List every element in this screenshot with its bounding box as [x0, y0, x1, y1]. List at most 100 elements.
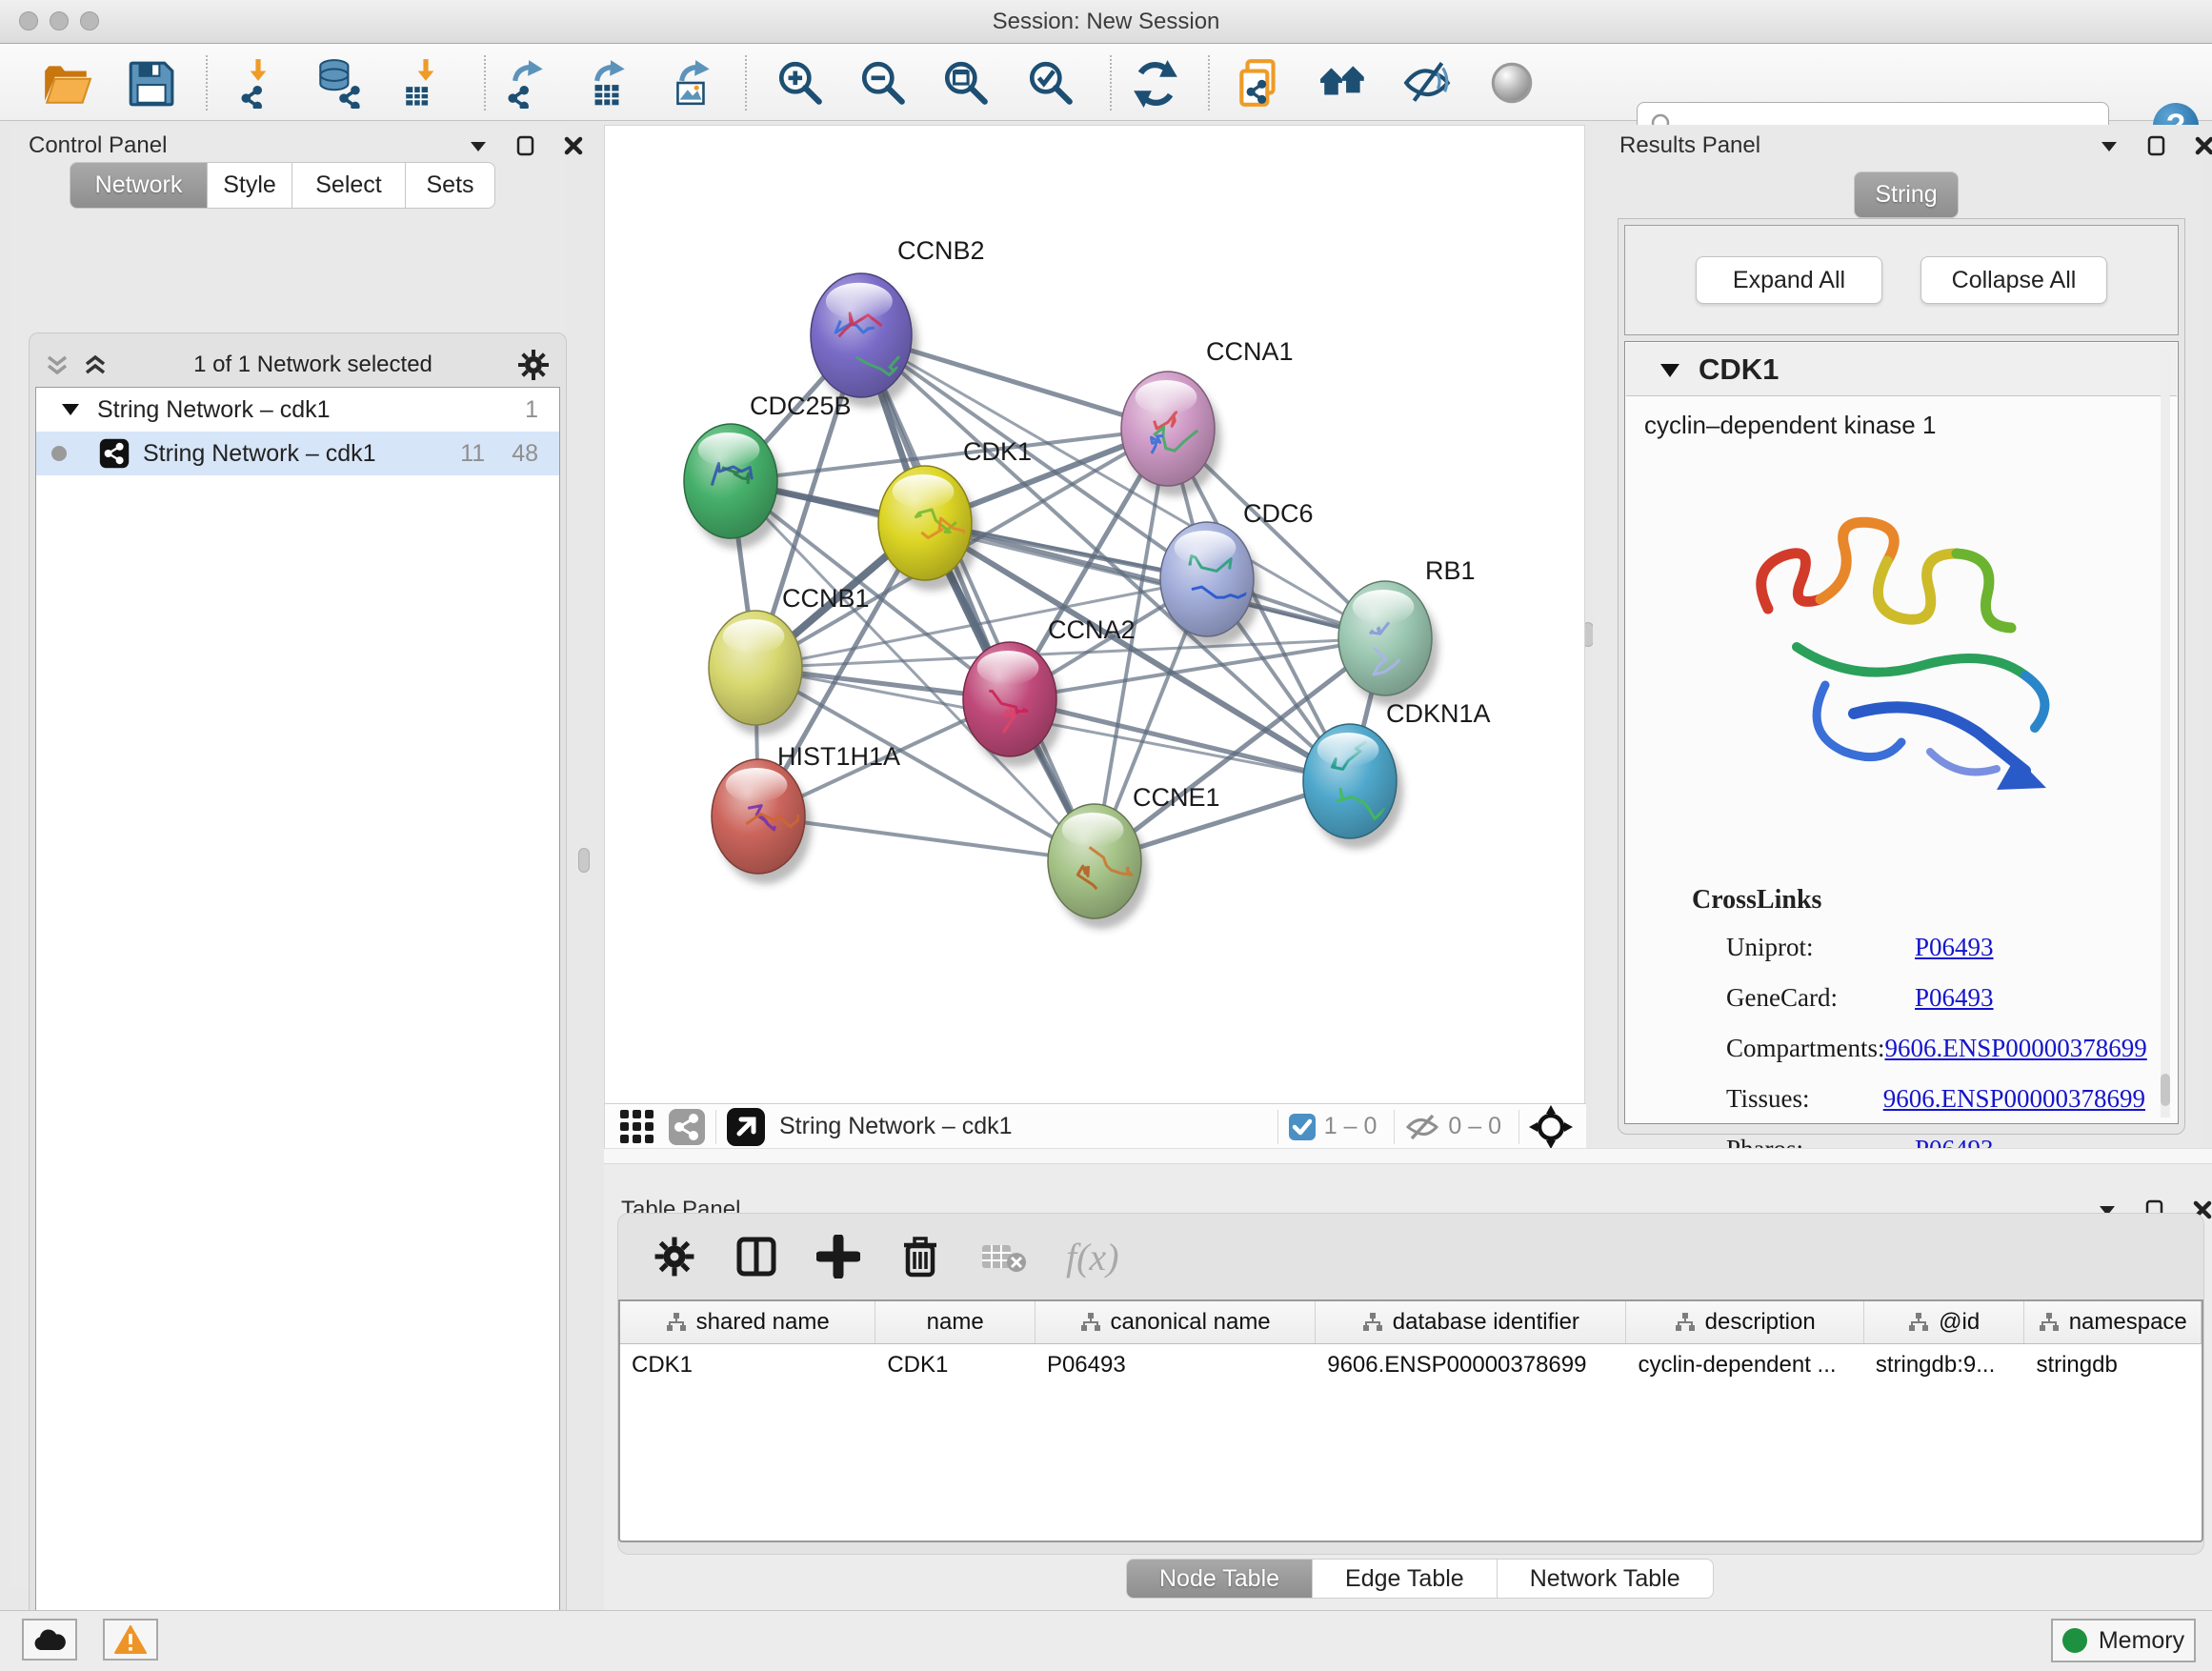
- column-header-canonical-name[interactable]: canonical name: [1036, 1301, 1316, 1343]
- node-CCNA1[interactable]: CCNA1: [1121, 337, 1294, 496]
- edge-CCNB2-CCNE1[interactable]: [861, 335, 1095, 861]
- save-session-icon[interactable]: [125, 57, 176, 109]
- string-app-icon-gray[interactable]: [668, 1108, 706, 1146]
- node-CCNE1[interactable]: CCNE1: [1048, 783, 1220, 929]
- tab-node-table[interactable]: Node Table: [1126, 1559, 1313, 1599]
- tree-row-network[interactable]: String Network – cdk1 11 48: [36, 432, 559, 475]
- refresh-view-icon[interactable]: [1130, 57, 1181, 109]
- function-builder-icon[interactable]: f(x): [1066, 1235, 1119, 1279]
- tab-sets[interactable]: Sets: [406, 162, 495, 209]
- node-CDKN1A[interactable]: CDKN1A: [1303, 699, 1491, 849]
- control-panel: Control Panel NetworkStyleSelectSets 1 o…: [10, 125, 565, 1587]
- memory-button[interactable]: Memory: [2051, 1619, 2196, 1662]
- node-RB1[interactable]: RB1: [1338, 556, 1476, 706]
- tree-row-collection[interactable]: String Network – cdk1 1: [36, 388, 559, 432]
- results-scrollbar[interactable]: [2161, 350, 2170, 1117]
- export-table-icon[interactable]: [581, 57, 633, 109]
- column-header--id[interactable]: @id: [1864, 1301, 2025, 1343]
- tab-select[interactable]: Select: [292, 162, 406, 209]
- show-columns-icon[interactable]: [734, 1235, 778, 1278]
- delete-table-icon[interactable]: [980, 1238, 1028, 1276]
- zoom-selected-icon[interactable]: [1025, 57, 1076, 109]
- cell-namespace[interactable]: stringdb: [2024, 1344, 2202, 1386]
- fit-content-crosshair-icon[interactable]: [1529, 1105, 1573, 1149]
- cell-shared-name[interactable]: CDK1: [620, 1344, 875, 1386]
- crosslink-value-link[interactable]: 9606.ENSP00000378699: [1883, 1084, 2145, 1114]
- left-splitter-handle[interactable]: [578, 848, 590, 873]
- horizontal-splitter[interactable]: [604, 1148, 2212, 1164]
- import-network-icon[interactable]: [232, 57, 284, 109]
- column-header-shared-name[interactable]: shared name: [620, 1301, 875, 1343]
- delete-column-trash-icon[interactable]: [898, 1235, 942, 1278]
- node-CCNA2[interactable]: CCNA2: [963, 615, 1136, 767]
- collection-count: 1: [525, 396, 538, 424]
- expand-all-icon[interactable]: [81, 351, 110, 379]
- column-header-name[interactable]: name: [875, 1301, 1036, 1343]
- add-column-icon[interactable]: [816, 1235, 860, 1278]
- crosslink-value-link[interactable]: P06493: [1915, 933, 1994, 962]
- network-view-panel: CCNB2 CCNA1 CDC25B CDK1 CDC6 RB1 CCNB1 C…: [604, 125, 1585, 1148]
- open-session-icon[interactable]: [41, 57, 92, 109]
- table-options-gear-icon[interactable]: [653, 1235, 696, 1278]
- network-selection-summary: 1 of 1 Network selected: [110, 352, 516, 378]
- node-detail-header[interactable]: CDK1: [1626, 343, 2177, 396]
- collapse-all-icon[interactable]: [43, 351, 71, 379]
- column-type-icon: [666, 1312, 687, 1333]
- node-CCNB2[interactable]: CCNB2: [811, 236, 985, 408]
- selected-checkbox-icon[interactable]: [1288, 1113, 1317, 1141]
- export-image-icon[interactable]: [666, 57, 717, 109]
- column-label: canonical name: [1111, 1309, 1271, 1336]
- results-panel-title: Results Panel: [1619, 132, 1760, 159]
- tab-style[interactable]: Style: [208, 162, 292, 209]
- cloud-status-button[interactable]: [22, 1619, 77, 1661]
- cell-description[interactable]: cyclin-dependent ...: [1626, 1344, 1863, 1386]
- panel-menu-icon[interactable]: [2098, 134, 2121, 157]
- panel-float-icon[interactable]: [2145, 134, 2168, 157]
- zoom-fit-icon[interactable]: [940, 57, 992, 109]
- nav-separator: [1394, 1110, 1395, 1144]
- node-HIST1H1A[interactable]: HIST1H1A: [712, 742, 900, 884]
- warning-status-button[interactable]: [103, 1619, 158, 1661]
- import-database-icon[interactable]: [312, 57, 364, 109]
- column-type-icon: [1080, 1312, 1101, 1333]
- cell--id[interactable]: stringdb:9...: [1864, 1344, 2025, 1386]
- grid-view-icon[interactable]: [618, 1108, 656, 1146]
- column-header-description[interactable]: description: [1626, 1301, 1863, 1343]
- column-header-database-identifier[interactable]: database identifier: [1316, 1301, 1626, 1343]
- tab-edge-table[interactable]: Edge Table: [1313, 1559, 1498, 1599]
- cell-database-identifier[interactable]: 9606.ENSP00000378699: [1316, 1344, 1626, 1386]
- network-canvas[interactable]: CCNB2 CCNA1 CDC25B CDK1 CDC6 RB1 CCNB1 C…: [605, 126, 1586, 1103]
- crosslink-value-link[interactable]: P06493: [1915, 983, 1994, 1013]
- zoom-out-icon[interactable]: [857, 57, 909, 109]
- table-container: f(x) shared namename canonical name data…: [617, 1213, 2204, 1555]
- table-row[interactable]: CDK1CDK1P064939606.ENSP00000378699cyclin…: [620, 1344, 2202, 1386]
- network-options-gear-icon[interactable]: [516, 348, 551, 382]
- import-table-icon[interactable]: [400, 57, 452, 109]
- tab-network[interactable]: Network: [70, 162, 208, 209]
- panel-float-icon[interactable]: [514, 134, 537, 157]
- panel-close-icon[interactable]: [562, 134, 585, 157]
- birds-eye-view-icon[interactable]: [726, 1107, 766, 1147]
- column-header-namespace[interactable]: namespace: [2024, 1301, 2202, 1343]
- warning-icon: [114, 1625, 147, 1654]
- collapse-entry-icon[interactable]: [1659, 362, 1681, 379]
- hidden-eye-slash-icon[interactable]: [1404, 1112, 1440, 1142]
- cell-canonical-name[interactable]: P06493: [1036, 1344, 1316, 1386]
- graphics-detail-icon[interactable]: [1486, 57, 1538, 109]
- hide-unhide-icon[interactable]: [1402, 57, 1454, 109]
- panel-close-icon[interactable]: [2193, 134, 2212, 157]
- export-network-icon[interactable]: [499, 57, 551, 109]
- expand-all-button[interactable]: Expand All: [1696, 256, 1882, 304]
- home-layout-icon[interactable]: [1318, 57, 1370, 109]
- clone-network-icon[interactable]: [1234, 57, 1285, 109]
- tree-expander-icon[interactable]: [61, 402, 80, 417]
- tab-string[interactable]: String: [1854, 171, 1959, 218]
- crosslink-value-link[interactable]: 9606.ENSP00000378699: [1884, 1034, 2146, 1063]
- crosslink-label: GeneCard:: [1726, 983, 1915, 1013]
- zoom-in-icon[interactable]: [774, 57, 826, 109]
- panel-menu-icon[interactable]: [467, 134, 490, 157]
- collapse-all-button[interactable]: Collapse All: [1920, 256, 2107, 304]
- node-label-CDKN1A: CDKN1A: [1386, 699, 1491, 728]
- cell-name[interactable]: CDK1: [875, 1344, 1036, 1386]
- tab-network-table[interactable]: Network Table: [1498, 1559, 1714, 1599]
